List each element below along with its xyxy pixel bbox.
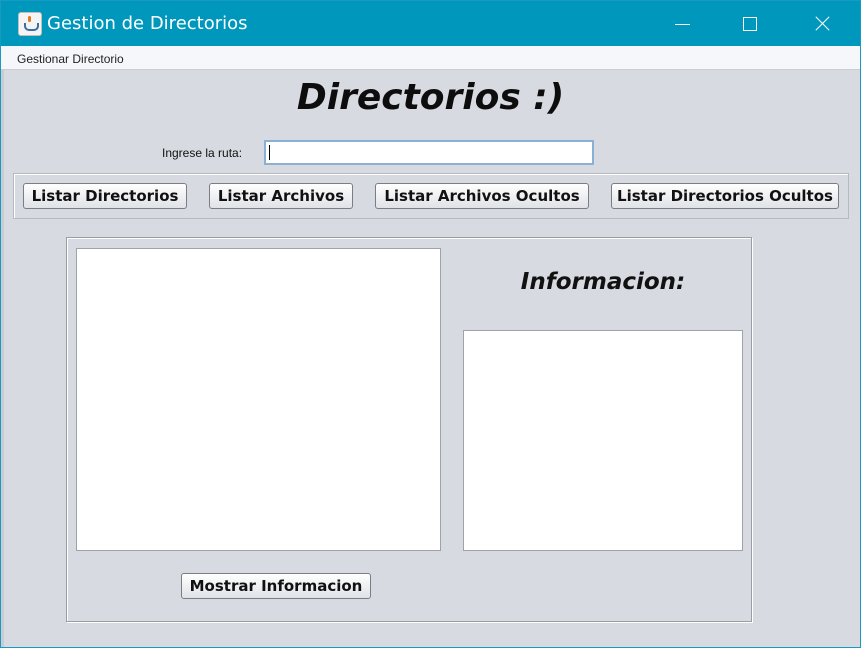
path-input[interactable] (264, 140, 594, 165)
list-hidden-files-button[interactable]: Listar Archivos Ocultos (375, 183, 589, 209)
maximize-icon[interactable] (715, 1, 785, 46)
path-label: Ingrese la ruta: (162, 146, 243, 160)
window-title: Gestion de Directorios (47, 13, 248, 34)
info-title: Informacion: (520, 269, 686, 295)
show-info-button[interactable]: Mostrar Informacion (181, 573, 371, 599)
menu-gestionar-directorio[interactable]: Gestionar Directorio (17, 52, 124, 66)
list-hidden-directories-button[interactable]: Listar Directorios Ocultos (611, 183, 839, 209)
close-icon[interactable] (785, 1, 855, 46)
minimize-icon[interactable] (647, 1, 717, 46)
text-caret (269, 145, 270, 160)
left-edge-strip (1, 69, 4, 647)
list-directories-button[interactable]: Listar Directorios (23, 183, 187, 209)
page-title: Directorios :) (296, 77, 565, 118)
info-text-area[interactable] (463, 330, 743, 551)
title-bar[interactable]: Gestion de Directorios (1, 1, 860, 46)
menu-bar: Gestionar Directorio (1, 46, 860, 70)
app-window: Gestion de Directorios Gestionar Directo… (0, 0, 861, 648)
list-files-button[interactable]: Listar Archivos (209, 183, 353, 209)
java-cup-icon (18, 12, 42, 36)
results-list[interactable] (76, 248, 441, 551)
